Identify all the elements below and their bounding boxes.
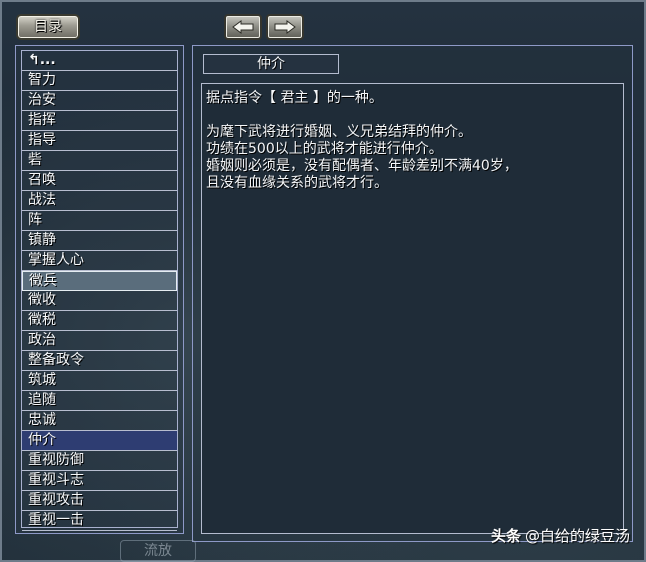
list-item[interactable]: 指挥 xyxy=(22,111,177,131)
list-item[interactable]: 仲介 xyxy=(22,431,177,451)
list-item[interactable]: 筑城 xyxy=(22,371,177,391)
list-item[interactable]: 重视攻击 xyxy=(22,491,177,511)
exile-button[interactable]: 流放 xyxy=(120,540,196,562)
detail-text: 据点指令【 君主 】的一种。为麾下武将进行婚姻、义兄弟结拜的仲介。 功绩在500以… xyxy=(201,83,624,534)
list-item[interactable]: 智力 xyxy=(22,71,177,91)
detail-line xyxy=(206,107,619,124)
list-item[interactable]: 政治 xyxy=(22,331,177,351)
detail-line: 据点指令【 君主 】的一种。 xyxy=(206,90,383,106)
topic-list: ↰... 智力 治安 指挥 指导砦召唤 战法阵镇静 掌握人心 徵兵 徵收 徵税 政治 整备政令 筑城 追随… xyxy=(21,50,178,531)
list-item[interactable]: 砦 xyxy=(22,151,177,171)
list-item[interactable]: 追随 xyxy=(22,391,177,411)
arrow-right-icon xyxy=(274,20,296,34)
list-item[interactable]: 徵税 xyxy=(22,311,177,331)
next-page-button[interactable] xyxy=(266,14,304,40)
game-window: 目录 ↰... 智力 治安 指挥 指导砦召唤 战法阵镇静 掌握人心 徵兵 徵收 徵税 政治 整备政令筑… xyxy=(0,0,646,562)
prev-page-button[interactable] xyxy=(224,14,262,40)
watermark-handle: @白给的绿豆汤 xyxy=(524,527,630,545)
list-item[interactable]: 召唤 xyxy=(22,171,177,191)
list-item[interactable]: 重视防御 xyxy=(22,451,177,471)
list-item[interactable]: 治安 xyxy=(22,91,177,111)
list-item[interactable]: 指导 xyxy=(22,131,177,151)
list-item[interactable]: 阵 xyxy=(22,211,177,231)
watermark: 头条 @白给的绿豆汤 xyxy=(491,525,630,546)
list-item[interactable]: 忠诚 xyxy=(22,411,177,431)
menu-button-label: 目录 xyxy=(34,19,62,35)
menu-button[interactable]: 目录 xyxy=(16,14,80,40)
detail-line: 功绩在500以上的武将才能进行仲介。 xyxy=(206,141,443,157)
detail-line: 婚姻则必须是，没有配偶者、年龄差别不满40岁， xyxy=(206,158,518,174)
detail-title: 仲介 xyxy=(203,54,339,74)
list-item[interactable]: 重视一击 xyxy=(22,511,177,531)
list-item[interactable]: 镇静 xyxy=(22,231,177,251)
list-item[interactable]: 徵兵 xyxy=(22,271,177,291)
watermark-brand: 头条 xyxy=(490,527,521,545)
topic-list-panel: ↰... 智力 治安 指挥 指导砦召唤 战法阵镇静 掌握人心 徵兵 徵收 徵税 政治 整备政令 筑城 追随… xyxy=(15,45,184,534)
arrow-left-icon xyxy=(232,20,254,34)
detail-panel: 仲介 据点指令【 君主 】的一种。为麾下武将进行婚姻、义兄弟结拜的仲介。 功绩在5… xyxy=(192,45,633,542)
list-item[interactable]: 掌握人心 xyxy=(22,251,177,271)
list-item[interactable]: 战法 xyxy=(22,191,177,211)
detail-line: 且没有血缘关系的武将才行。 xyxy=(206,175,388,191)
list-item-parent[interactable]: ↰... xyxy=(22,51,177,71)
detail-line: 为麾下武将进行婚姻、义兄弟结拜的仲介。 xyxy=(206,124,472,140)
list-item[interactable]: 徵收 xyxy=(22,291,177,311)
list-item[interactable]: 重视斗志 xyxy=(22,471,177,491)
list-item[interactable]: 整备政令 xyxy=(22,351,177,371)
